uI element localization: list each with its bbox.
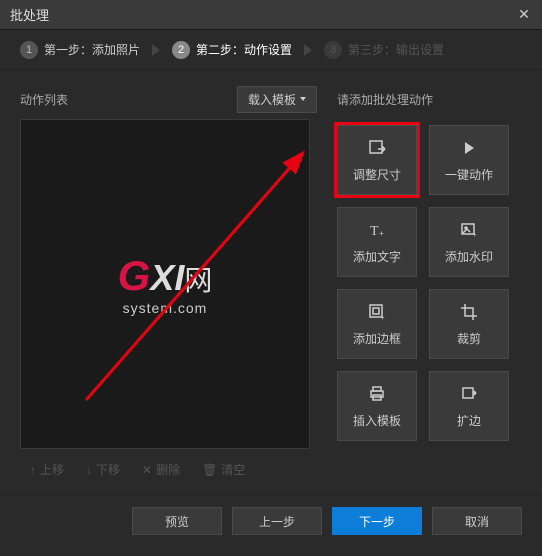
- step-3[interactable]: 3 第三步：输出设置: [324, 41, 444, 59]
- clear-label: 清空: [221, 461, 245, 478]
- close-icon[interactable]: ✕: [516, 7, 532, 23]
- expand-action-button[interactable]: 扩边: [429, 371, 509, 441]
- step-wizard: 1 第一步：添加照片 2 第二步：动作设置 3 第三步：输出设置: [0, 30, 542, 70]
- watermark-label: 添加水印: [445, 248, 493, 265]
- chevron-right-icon: [152, 44, 160, 56]
- play-icon: [459, 138, 479, 158]
- step-label: 第一步：添加照片: [44, 41, 140, 58]
- resize-label: 调整尺寸: [353, 166, 401, 183]
- text-action-button[interactable]: T+ 添加文字: [337, 207, 417, 277]
- onekey-action-button[interactable]: 一键动作: [429, 125, 509, 195]
- text-icon: T+: [367, 220, 387, 240]
- insert-template-action-button[interactable]: 插入模板: [337, 371, 417, 441]
- move-down-label: 下移: [96, 461, 120, 478]
- expand-icon: [459, 384, 479, 404]
- load-template-label: 载入模板: [248, 91, 296, 108]
- chevron-down-icon: [300, 97, 306, 101]
- delete-button[interactable]: ✕ 删除: [132, 455, 190, 484]
- resize-icon: [367, 138, 387, 158]
- onekey-label: 一键动作: [445, 166, 493, 183]
- action-list-title: 动作列表: [20, 91, 68, 108]
- step-label: 第二步：动作设置: [196, 41, 292, 58]
- arrow-up-icon: ↑: [30, 463, 36, 477]
- svg-text:+: +: [379, 229, 384, 238]
- delete-label: 删除: [156, 461, 180, 478]
- crop-action-button[interactable]: 裁剪: [429, 289, 509, 359]
- printer-icon: [367, 384, 387, 404]
- prev-step-button[interactable]: 上一步: [232, 507, 322, 535]
- svg-text:+: +: [472, 230, 477, 239]
- border-label: 添加边框: [353, 330, 401, 347]
- image-plus-icon: +: [459, 220, 479, 240]
- window-title: 批处理: [10, 5, 49, 24]
- move-up-button[interactable]: ↑ 上移: [20, 455, 74, 484]
- preview-button[interactable]: 预览: [132, 507, 222, 535]
- expand-label: 扩边: [457, 412, 481, 429]
- footer-buttons: 预览 上一步 下一步 取消: [0, 494, 542, 547]
- watermark-action-button[interactable]: + 添加水印: [429, 207, 509, 277]
- trash-icon: 🗑: [202, 463, 217, 477]
- step-label: 第三步：输出设置: [348, 41, 444, 58]
- move-down-button[interactable]: ↓ 下移: [76, 455, 130, 484]
- cancel-button[interactable]: 取消: [432, 507, 522, 535]
- action-list[interactable]: GXI网 system.com: [20, 119, 310, 449]
- step-2[interactable]: 2 第二步：动作设置: [172, 41, 292, 59]
- arrow-down-icon: ↓: [86, 463, 92, 477]
- list-toolbar: ↑ 上移 ↓ 下移 ✕ 删除 🗑 清空: [20, 455, 317, 484]
- crop-label: 裁剪: [457, 330, 481, 347]
- delete-icon: ✕: [142, 463, 152, 477]
- step-num-icon: 1: [20, 41, 38, 59]
- watermark-logo: GXI网 system.com: [118, 252, 213, 316]
- chevron-right-icon: [304, 44, 312, 56]
- resize-action-button[interactable]: 调整尺寸: [337, 125, 417, 195]
- titlebar: 批处理 ✕: [0, 0, 542, 30]
- svg-text:T: T: [370, 224, 379, 239]
- step-num-icon: 2: [172, 41, 190, 59]
- text-label: 添加文字: [353, 248, 401, 265]
- annotation-arrow: [21, 120, 311, 450]
- next-step-button[interactable]: 下一步: [332, 507, 422, 535]
- step-num-icon: 3: [324, 41, 342, 59]
- insert-template-label: 插入模板: [353, 412, 401, 429]
- step-1[interactable]: 1 第一步：添加照片: [20, 41, 140, 59]
- border-icon: +: [367, 302, 387, 322]
- move-up-label: 上移: [40, 461, 64, 478]
- load-template-button[interactable]: 载入模板: [237, 86, 317, 113]
- actions-title: 请添加批处理动作: [337, 85, 522, 113]
- clear-button[interactable]: 🗑 清空: [192, 455, 255, 484]
- border-action-button[interactable]: + 添加边框: [337, 289, 417, 359]
- crop-icon: [459, 302, 479, 322]
- svg-text:+: +: [380, 313, 385, 321]
